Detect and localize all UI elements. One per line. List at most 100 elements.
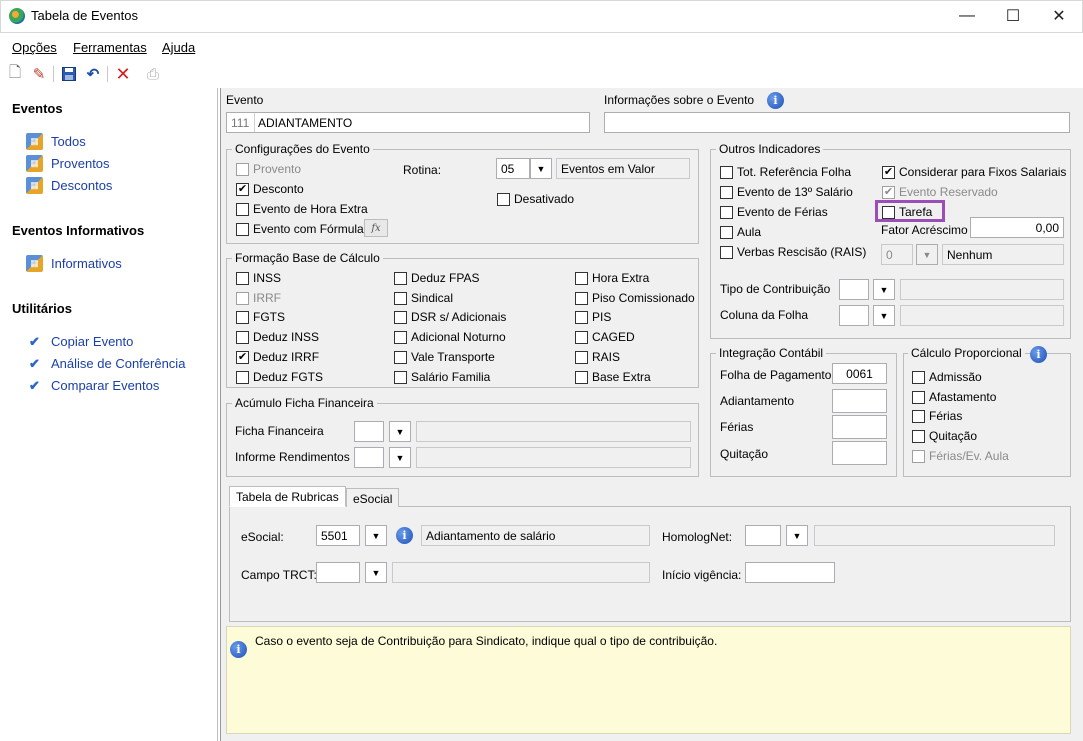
checkbox-label: Férias — [929, 409, 963, 423]
sindical-checkbox[interactable]: Sindical — [394, 291, 453, 305]
desativado-checkbox[interactable]: Desativado — [497, 192, 574, 206]
campo-trct-input[interactable] — [316, 562, 360, 583]
quitacao-integracao-input[interactable] — [832, 441, 887, 465]
print-icon[interactable]: ⎙ — [143, 64, 163, 84]
informe-rendimentos-input[interactable] — [354, 447, 384, 468]
minimize-button[interactable]: — — [944, 0, 990, 32]
ficha-financeira-dropdown[interactable]: ▼ — [389, 421, 411, 442]
checkbox-box — [394, 370, 407, 384]
quitacao-proporcional-checkbox[interactable]: Quitação — [912, 429, 977, 443]
verbas-rescisao-dropdown[interactable]: ▼ — [916, 244, 938, 265]
coluna-folha-input[interactable] — [839, 305, 869, 326]
fator-acrescimo-input[interactable]: 0,00 — [970, 217, 1064, 238]
esocial-dropdown[interactable]: ▼ — [365, 525, 387, 546]
evento-ferias-checkbox[interactable]: Evento de Férias — [720, 205, 828, 219]
afastamento-checkbox[interactable]: Afastamento — [912, 390, 996, 404]
inss-checkbox[interactable]: INSS — [236, 271, 281, 285]
checkbox-box — [720, 225, 733, 239]
adiantamento-input[interactable] — [832, 389, 887, 413]
sidebar-item-proventos[interactable]: ▦ Proventos — [26, 155, 110, 172]
menu-ferramentas[interactable]: Ferramentas — [73, 40, 147, 55]
checkbox-label: Evento com Fórmula — [253, 222, 364, 236]
ficha-financeira-input[interactable] — [354, 421, 384, 442]
checkbox-box — [720, 165, 733, 179]
new-document-icon[interactable]: 🗋 — [5, 64, 25, 84]
undo-icon[interactable]: ↶ — [83, 64, 103, 84]
sidebar-item-comparar-eventos[interactable]: ✔ Comparar Eventos — [26, 377, 159, 394]
adicional-noturno-checkbox[interactable]: Adicional Noturno — [394, 330, 506, 344]
deduz-fgts-checkbox[interactable]: Deduz FGTS — [236, 370, 323, 384]
ferias-ev-aula-checkbox[interactable]: Férias/Ev. Aula — [912, 449, 1009, 463]
caged-checkbox[interactable]: CAGED — [575, 330, 635, 344]
deduz-irrf-checkbox[interactable]: ✔ Deduz IRRF — [236, 350, 319, 364]
checkbox-box — [912, 370, 925, 384]
piso-comissionado-checkbox[interactable]: Piso Comissionado — [575, 291, 695, 305]
menu-ajuda[interactable]: Ajuda — [162, 40, 195, 55]
rotina-dropdown[interactable]: ▼ — [530, 158, 552, 179]
formula-checkbox[interactable]: Evento com Fórmula — [236, 222, 364, 236]
sidebar-item-informativos[interactable]: ▦ Informativos — [26, 255, 122, 272]
aula-checkbox[interactable]: Aula — [720, 225, 761, 239]
close-button[interactable]: ✕ — [1036, 0, 1082, 32]
checkmark-icon: ✔ — [29, 377, 40, 393]
info-icon[interactable]: i — [1030, 346, 1047, 363]
base-extra-checkbox[interactable]: Base Extra — [575, 370, 651, 384]
edit-icon[interactable]: ✎ — [29, 64, 49, 84]
info-evento-input[interactable] — [604, 112, 1070, 133]
deduz-inss-checkbox[interactable]: Deduz INSS — [236, 330, 319, 344]
hora-extra-checkbox[interactable]: Evento de Hora Extra — [236, 202, 368, 216]
ferias-proporcional-checkbox[interactable]: Férias — [912, 409, 962, 423]
checkbox-label: IRRF — [253, 291, 281, 305]
homolognet-input[interactable] — [745, 525, 781, 546]
irrf-checkbox[interactable]: IRRF — [236, 291, 281, 305]
evento-reservado-checkbox[interactable]: ✔ Evento Reservado — [882, 185, 998, 199]
admissao-checkbox[interactable]: Admissão — [912, 370, 982, 384]
tab-esocial[interactable]: eSocial — [346, 488, 400, 507]
tipo-contribuicao-dropdown[interactable]: ▼ — [873, 279, 895, 300]
formula-button[interactable]: fx — [364, 219, 388, 237]
hora-extra-base-checkbox[interactable]: Hora Extra — [575, 271, 649, 285]
provento-checkbox[interactable]: Provento — [236, 162, 301, 176]
info-icon[interactable]: i — [396, 527, 413, 544]
fgts-checkbox[interactable]: FGTS — [236, 310, 285, 324]
sidebar-item-todos[interactable]: ▦ Todos — [26, 133, 86, 150]
sidebar-item-descontos[interactable]: ▦ Descontos — [26, 177, 112, 194]
folha-pagamento-input[interactable]: 0061 — [832, 363, 887, 384]
evento-13-checkbox[interactable]: Evento de 13º Salário — [720, 185, 853, 199]
sidebar-item-copiar-evento[interactable]: ✔ Copiar Evento — [26, 333, 133, 350]
rais-checkbox[interactable]: RAIS — [575, 350, 620, 364]
sidebar-item-analise-conferencia[interactable]: ✔ Análise de Conferência — [26, 355, 185, 372]
tipo-contribuicao-input[interactable] — [839, 279, 869, 300]
salario-familia-checkbox[interactable]: Salário Familia — [394, 370, 490, 384]
deduz-fpas-checkbox[interactable]: Deduz FPAS — [394, 271, 479, 285]
maximize-button[interactable]: ☐ — [990, 0, 1036, 32]
desconto-checkbox[interactable]: ✔ Desconto — [236, 182, 304, 196]
tot-referencia-checkbox[interactable]: Tot. Referência Folha — [720, 165, 851, 179]
verbas-rescisao-checkbox[interactable]: Verbas Rescisão (RAIS) — [720, 245, 866, 259]
vale-transporte-checkbox[interactable]: Vale Transporte — [394, 350, 495, 364]
tarefa-checkbox[interactable]: Tarefa — [882, 205, 932, 219]
verbas-rescisao-input[interactable]: 0 — [881, 244, 913, 265]
pis-checkbox[interactable]: PIS — [575, 310, 611, 324]
evento-field[interactable]: 111 ADIANTAMENTO — [226, 112, 590, 133]
ferias-integracao-label: Férias — [720, 420, 754, 434]
coluna-folha-dropdown[interactable]: ▼ — [873, 305, 895, 326]
esocial-input[interactable]: 5501 — [316, 525, 360, 546]
save-icon[interactable] — [59, 64, 79, 84]
delete-icon[interactable]: ✕ — [113, 64, 133, 84]
campo-trct-dropdown[interactable]: ▼ — [365, 562, 387, 583]
homolognet-dropdown[interactable]: ▼ — [786, 525, 808, 546]
window-title: Tabela de Eventos — [31, 8, 138, 23]
rotina-input[interactable]: 05 — [496, 158, 530, 179]
dsr-checkbox[interactable]: DSR s/ Adicionais — [394, 310, 506, 324]
menu-opcoes[interactable]: Opções — [12, 40, 57, 55]
info-icon[interactable]: i — [767, 92, 784, 109]
ferias-integracao-input[interactable] — [832, 415, 887, 439]
informe-rendimentos-dropdown[interactable]: ▼ — [389, 447, 411, 468]
checkbox-box — [575, 291, 588, 305]
inicio-vigencia-input[interactable] — [745, 562, 835, 583]
tab-tabela-rubricas[interactable]: Tabela de Rubricas — [229, 486, 346, 507]
checkbox-box: ✔ — [236, 182, 249, 196]
checkbox-label: INSS — [253, 271, 282, 285]
considerar-fixos-checkbox[interactable]: ✔ Considerar para Fixos Salariais — [882, 165, 1066, 179]
